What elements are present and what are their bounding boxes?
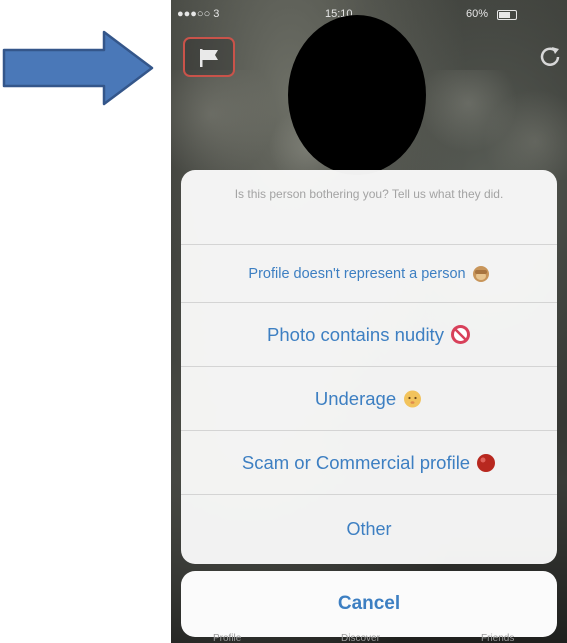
option-label: Profile doesn't represent a person — [248, 265, 466, 282]
carrier-signal: ●●●○○ 3 — [177, 8, 220, 20]
option-label: Underage — [314, 387, 397, 409]
red-circle-emoji — [477, 453, 496, 472]
option-nudity[interactable]: Photo contains nudity — [181, 302, 557, 366]
baby-face-emoji — [404, 390, 422, 408]
option-underage[interactable]: Underage — [181, 366, 557, 430]
option-scam-commercial[interactable]: Scam or Commercial profile — [181, 430, 557, 494]
flag-report-button[interactable] — [183, 37, 235, 77]
refresh-icon[interactable] — [537, 44, 563, 70]
battery-percent: 60% — [466, 8, 489, 20]
option-label: Other — [346, 519, 392, 539]
see-no-evil-emoji — [472, 265, 489, 282]
arrow-right-icon — [2, 30, 154, 106]
option-label: Scam or Commercial profile — [241, 451, 471, 473]
tab-profile[interactable]: Profile — [213, 633, 241, 643]
report-prompt: Is this person bothering you? Tell us wh… — [234, 187, 504, 201]
no-under-18-emoji — [450, 325, 470, 344]
tab-discover[interactable]: Discover — [341, 633, 380, 643]
report-action-sheet: Is this person bothering you? Tell us wh… — [181, 170, 557, 564]
cancel-button[interactable]: Cancel — [181, 571, 557, 637]
phone-screen: ●●●○○ 3 15:10 60% Is this person botheri… — [171, 0, 567, 643]
battery-icon — [497, 10, 517, 20]
option-other[interactable]: Other — [181, 494, 557, 564]
flag-icon — [200, 49, 218, 67]
option-not-a-person[interactable]: Profile doesn't represent a person — [181, 244, 557, 302]
tab-friends[interactable]: Friends — [481, 633, 514, 643]
option-label: Photo contains nudity — [267, 323, 444, 345]
tab-bar: Profile Discover Friends — [171, 633, 567, 643]
redacted-profile-photo — [288, 15, 426, 175]
